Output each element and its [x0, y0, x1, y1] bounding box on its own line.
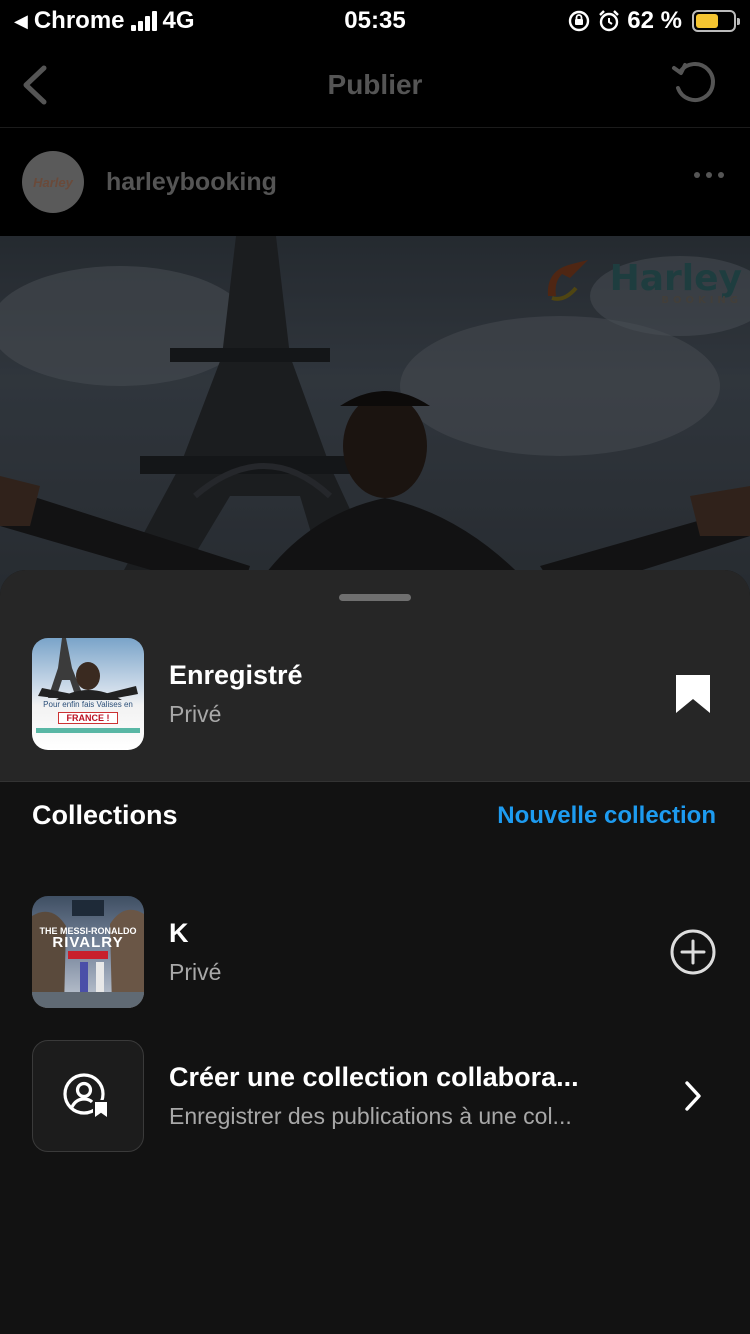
post-image: Harley BOOKING	[0, 236, 750, 596]
new-collection-button[interactable]: Nouvelle collection	[497, 802, 716, 830]
save-bottom-sheet: Pour enfin fais Valises en FRANCE ! Enre…	[0, 570, 750, 1334]
network-label: 4G	[162, 7, 195, 34]
signal-icon	[130, 11, 157, 31]
status-bar: ◀ Chrome 4G 05:35 62 %	[0, 0, 750, 42]
saved-text: Enregistré Privé	[169, 660, 668, 728]
more-options-icon[interactable]	[694, 172, 724, 178]
saved-thumb-caption: Pour enfin fais Valises en	[43, 700, 133, 709]
collections-title: Collections	[32, 800, 178, 830]
post-username[interactable]: harleybooking	[106, 168, 277, 197]
sheet-grabber[interactable]	[339, 594, 411, 601]
collab-user-bookmark-icon	[63, 1073, 109, 1121]
chevron-left-icon[interactable]	[16, 62, 56, 108]
status-right: 62 %	[567, 7, 740, 35]
rotation-lock-icon	[569, 10, 590, 32]
collections-header: Collections Nouvelle collection	[32, 800, 716, 831]
saved-thumb-country: FRANCE !	[58, 712, 118, 724]
refresh-icon[interactable]	[670, 60, 718, 108]
collab-text: Créer une collection collabora... Enregi…	[169, 1062, 668, 1130]
collection-k-thumb-main: RIVALRY	[52, 934, 124, 951]
avatar-logo-text: Harley	[33, 174, 73, 190]
back-to-app-icon[interactable]: ◀	[14, 11, 28, 32]
saved-privacy: Privé	[169, 701, 222, 727]
plus-circle-icon[interactable]	[668, 927, 718, 977]
avatar[interactable]: Harley	[22, 151, 84, 213]
battery-icon	[692, 10, 740, 32]
post-header: Harley harleybooking	[0, 128, 750, 236]
collab-subtitle: Enregistrer des publications à une col..…	[169, 1103, 572, 1129]
saved-thumb-bar	[36, 728, 140, 733]
collection-row-k[interactable]: THE MESSI-RONALDO RIVALRY K Privé	[32, 896, 718, 1008]
collection-k-title: K	[169, 918, 189, 948]
chevron-right-icon[interactable]	[668, 1071, 718, 1121]
collab-thumbnail	[32, 1040, 144, 1152]
thumbnail-tower-graphic	[38, 638, 138, 700]
collection-k-text: K Privé	[169, 918, 668, 986]
page-title: Publier	[327, 68, 423, 100]
collab-title: Créer une collection collabora...	[169, 1062, 579, 1092]
collection-k-privacy: Privé	[169, 959, 222, 985]
battery-percent: 62 %	[627, 7, 682, 34]
alarm-icon	[599, 10, 620, 32]
saved-thumbnail: Pour enfin fais Valises en FRANCE !	[32, 638, 144, 750]
create-collab-row[interactable]: Créer une collection collabora... Enregi…	[32, 1040, 718, 1152]
saved-title: Enregistré	[169, 660, 303, 690]
bookmark-filled-icon[interactable]	[668, 669, 718, 719]
saved-section: Pour enfin fais Valises en FRANCE ! Enre…	[0, 570, 750, 782]
collection-k-thumbnail: THE MESSI-RONALDO RIVALRY	[32, 896, 144, 1008]
status-left: ◀ Chrome 4G	[14, 7, 195, 35]
nav-bar: Publier	[0, 42, 750, 128]
image-dim-overlay	[0, 236, 750, 596]
back-app-label[interactable]: Chrome	[34, 7, 125, 35]
collection-k-thumb-banner	[68, 951, 108, 959]
saved-row[interactable]: Pour enfin fais Valises en FRANCE ! Enre…	[32, 638, 718, 750]
